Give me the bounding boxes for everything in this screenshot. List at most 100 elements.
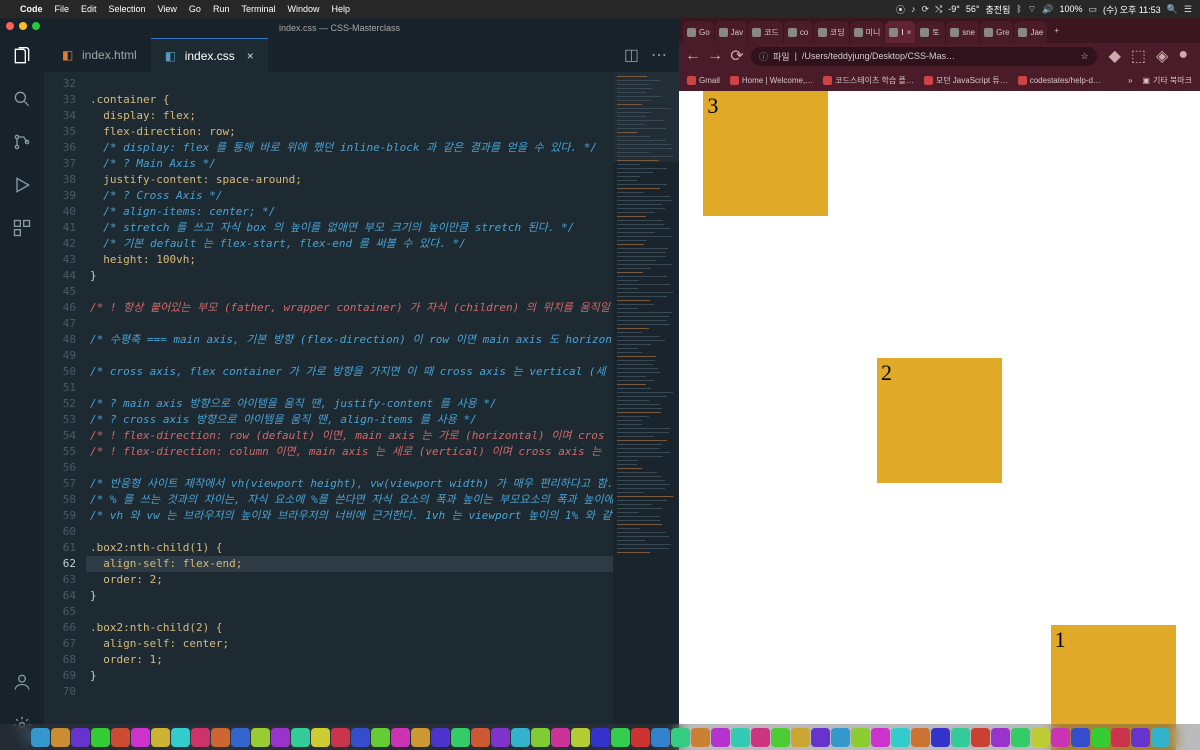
close-tab-icon[interactable]: × bbox=[247, 49, 254, 63]
macos-dock[interactable] bbox=[0, 724, 1200, 750]
control-center-icon[interactable]: ☰ bbox=[1184, 4, 1192, 15]
browser-tab[interactable]: 토 bbox=[916, 21, 946, 43]
close-tab-icon[interactable]: × bbox=[907, 28, 912, 37]
browser-tab[interactable]: 코딩 bbox=[814, 21, 850, 43]
dock-app-icon[interactable] bbox=[411, 728, 430, 747]
run-debug-icon[interactable] bbox=[12, 175, 32, 200]
dock-app-icon[interactable] bbox=[631, 728, 650, 747]
battery-icon[interactable]: ▭ bbox=[1088, 4, 1097, 15]
menu-help[interactable]: Help bbox=[331, 4, 350, 14]
dock-app-icon[interactable] bbox=[871, 728, 890, 747]
browser-tab[interactable]: Go bbox=[683, 21, 715, 43]
battery-percent[interactable]: 100% bbox=[1059, 4, 1082, 14]
bookmark-item[interactable]: 코드스테이츠 학습 플… bbox=[823, 75, 914, 86]
dock-app-icon[interactable] bbox=[931, 728, 950, 747]
dock-app-icon[interactable] bbox=[611, 728, 630, 747]
extension-icon[interactable]: ◆ bbox=[1109, 46, 1121, 66]
dock-app-icon[interactable] bbox=[831, 728, 850, 747]
dock-app-icon[interactable] bbox=[171, 728, 190, 747]
more-actions-icon[interactable]: ⋯ bbox=[651, 45, 667, 65]
dock-app-icon[interactable] bbox=[1051, 728, 1070, 747]
dock-app-icon[interactable] bbox=[71, 728, 90, 747]
dock-app-icon[interactable] bbox=[1011, 728, 1030, 747]
accounts-icon[interactable] bbox=[12, 672, 32, 697]
menu-terminal[interactable]: Terminal bbox=[241, 4, 275, 14]
site-info-icon[interactable]: ⓘ bbox=[759, 50, 768, 63]
traffic-lights[interactable] bbox=[6, 22, 40, 30]
temperature[interactable]: -9° bbox=[948, 4, 960, 14]
address-bar[interactable]: ⓘ 파일 | /Users/teddyjung/Desktop/CSS-Mas…… bbox=[751, 47, 1097, 66]
menu-go[interactable]: Go bbox=[189, 4, 201, 14]
dock-app-icon[interactable] bbox=[1091, 728, 1110, 747]
dock-app-icon[interactable] bbox=[231, 728, 250, 747]
tab-index-html[interactable]: ◧ index.html bbox=[48, 38, 151, 72]
minimap[interactable] bbox=[613, 72, 679, 730]
back-button[interactable]: ← bbox=[685, 48, 701, 64]
app-name[interactable]: Code bbox=[20, 4, 43, 14]
explorer-icon[interactable] bbox=[12, 46, 32, 71]
new-tab-button[interactable]: + bbox=[1048, 26, 1065, 35]
dock-app-icon[interactable] bbox=[731, 728, 750, 747]
menu-run[interactable]: Run bbox=[213, 4, 230, 14]
menu-view[interactable]: View bbox=[158, 4, 177, 14]
menu-window[interactable]: Window bbox=[287, 4, 319, 14]
tab-index-css[interactable]: ◧ index.css × bbox=[151, 38, 268, 72]
dock-app-icon[interactable] bbox=[91, 728, 110, 747]
dock-app-icon[interactable] bbox=[191, 728, 210, 747]
menu-file[interactable]: File bbox=[55, 4, 70, 14]
bookmark-item[interactable]: Gmail bbox=[687, 76, 720, 85]
bookmark-item[interactable]: codestates/help-d… bbox=[1018, 76, 1101, 85]
spotlight-icon[interactable]: 🔍 bbox=[1167, 4, 1178, 15]
dock-app-icon[interactable] bbox=[671, 728, 690, 747]
menu-selection[interactable]: Selection bbox=[109, 4, 146, 14]
dock-app-icon[interactable] bbox=[551, 728, 570, 747]
page-viewport[interactable]: 3 2 1 bbox=[679, 91, 1200, 750]
dock-app-icon[interactable] bbox=[391, 728, 410, 747]
browser-tab[interactable]: sne bbox=[946, 21, 980, 43]
dock-app-icon[interactable] bbox=[1111, 728, 1130, 747]
status-icon[interactable]: ⦿ bbox=[896, 3, 905, 16]
dock-app-icon[interactable] bbox=[371, 728, 390, 747]
dock-app-icon[interactable] bbox=[131, 728, 150, 747]
dock-app-icon[interactable] bbox=[251, 728, 270, 747]
browser-tab[interactable]: I× bbox=[885, 21, 916, 43]
code-content[interactable]: .container { display: flex; flex-directi… bbox=[86, 72, 679, 730]
extension-icon[interactable]: ◈ bbox=[1156, 46, 1168, 66]
dock-app-icon[interactable] bbox=[971, 728, 990, 747]
dock-app-icon[interactable] bbox=[531, 728, 550, 747]
dock-app-icon[interactable] bbox=[451, 728, 470, 747]
dock-app-icon[interactable] bbox=[751, 728, 770, 747]
split-editor-icon[interactable]: ◫ bbox=[624, 45, 639, 65]
code-editor[interactable]: 3233343536373839404142434445464748495051… bbox=[44, 72, 679, 730]
close-window-icon[interactable] bbox=[6, 22, 14, 30]
dock-app-icon[interactable] bbox=[951, 728, 970, 747]
dock-app-icon[interactable] bbox=[771, 728, 790, 747]
wifi-icon[interactable]: ⌔ bbox=[1028, 4, 1036, 15]
dock-app-icon[interactable] bbox=[1131, 728, 1150, 747]
status-icon[interactable]: ♪ bbox=[911, 4, 916, 14]
extension-icon[interactable]: ⬚ bbox=[1131, 46, 1146, 66]
bookmark-item[interactable]: 모던 JavaScript 튜… bbox=[924, 75, 1008, 86]
browser-tab[interactable]: 미니 bbox=[850, 21, 886, 43]
dock-app-icon[interactable] bbox=[851, 728, 870, 747]
dock-app-icon[interactable] bbox=[571, 728, 590, 747]
charging-label[interactable]: 충전됨 bbox=[986, 3, 1011, 16]
dock-app-icon[interactable] bbox=[31, 728, 50, 747]
dock-app-icon[interactable] bbox=[1031, 728, 1050, 747]
forward-button[interactable]: → bbox=[707, 48, 723, 64]
dock-app-icon[interactable] bbox=[1071, 728, 1090, 747]
dock-app-icon[interactable] bbox=[51, 728, 70, 747]
dock-app-icon[interactable] bbox=[311, 728, 330, 747]
dock-app-icon[interactable] bbox=[511, 728, 530, 747]
search-icon[interactable] bbox=[12, 89, 32, 114]
bookmark-item[interactable]: ▣기타 북마크 bbox=[1142, 75, 1192, 86]
dock-app-icon[interactable] bbox=[811, 728, 830, 747]
dock-app-icon[interactable] bbox=[271, 728, 290, 747]
dock-app-icon[interactable] bbox=[211, 728, 230, 747]
dock-app-icon[interactable] bbox=[471, 728, 490, 747]
dock-app-icon[interactable] bbox=[151, 728, 170, 747]
volume-icon[interactable]: 🔊 bbox=[1042, 4, 1053, 15]
bookmarks-overflow-icon[interactable]: » bbox=[1128, 76, 1132, 85]
dock-app-icon[interactable] bbox=[791, 728, 810, 747]
dock-app-icon[interactable] bbox=[291, 728, 310, 747]
